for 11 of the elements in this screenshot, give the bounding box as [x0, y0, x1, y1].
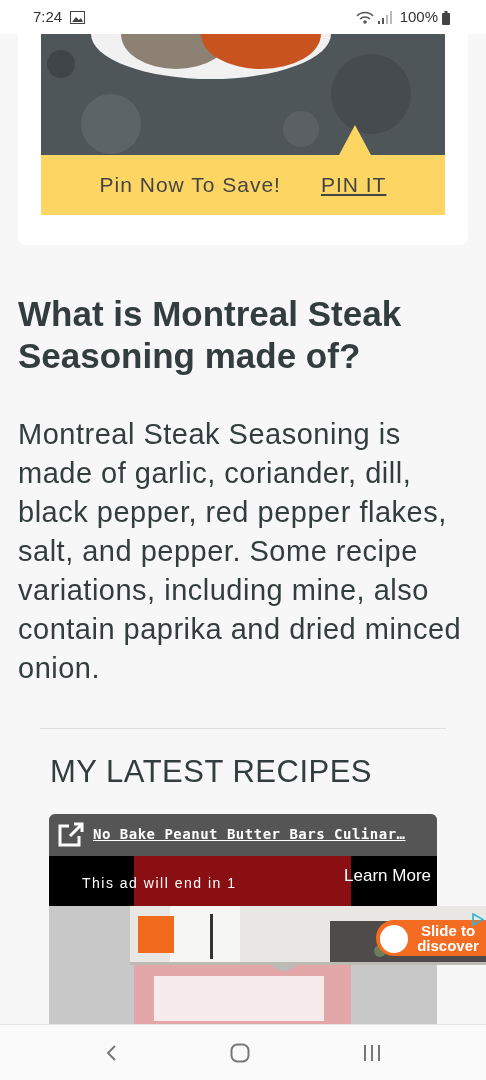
external-link-icon[interactable]	[57, 821, 85, 848]
pin-prompt: Pin Now To Save!	[99, 172, 281, 199]
pin-it-link[interactable]: PIN IT	[320, 169, 387, 201]
section-title: MY LATEST RECIPES	[50, 753, 374, 791]
slide-label: Slide to discover	[416, 923, 480, 953]
article-paragraph: Montreal Steak Seasoning is made of garlic, coriander, dill, black pepper, red pepper flakes, salt, and pepper. Some recipe variations, including mine, also contain paprika and dried minced onion.	[18, 417, 463, 686]
article-heading: What is Montreal Steak Seasoning made of?	[18, 293, 403, 377]
battery-percent: 100%	[399, 6, 438, 27]
slider-knob[interactable]	[380, 925, 408, 953]
status-time: 7:24	[33, 6, 63, 27]
learn-more-link[interactable]: Learn More	[344, 862, 431, 888]
